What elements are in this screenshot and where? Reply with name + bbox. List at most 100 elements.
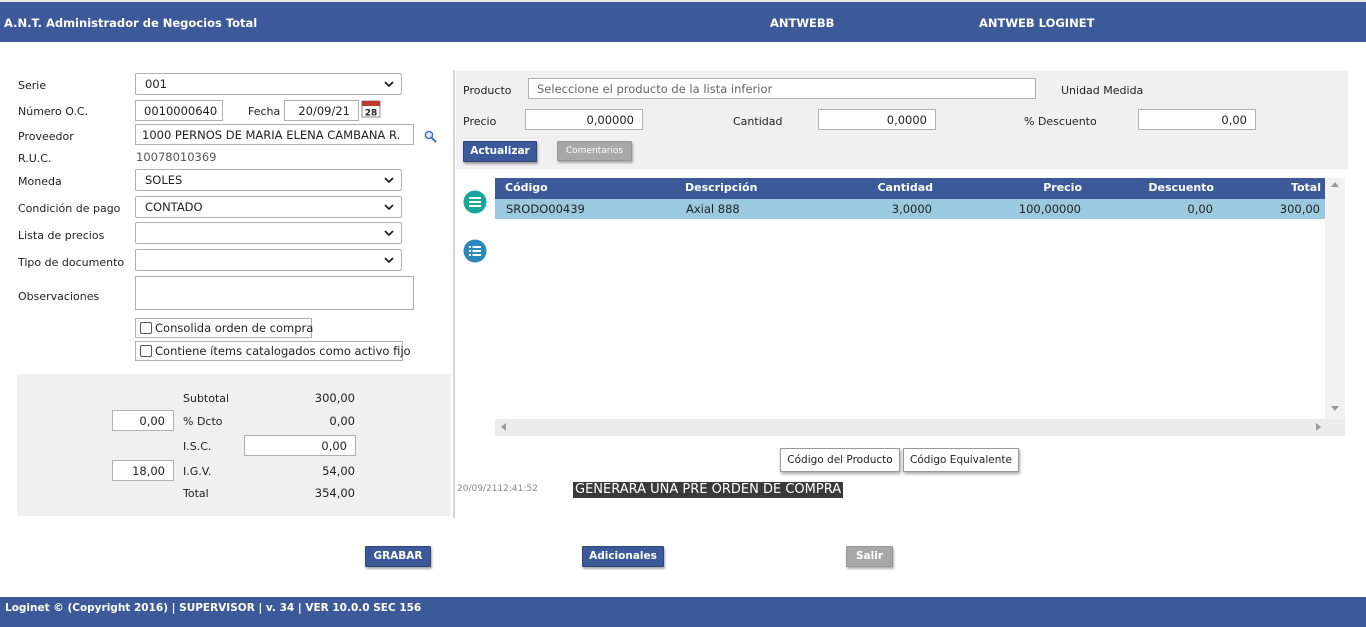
- footer-bar: Loginet © (Copyright 2016) | SUPERVISOR …: [0, 597, 1366, 627]
- cantidad-input[interactable]: 0,0000: [818, 109, 936, 130]
- precio-input[interactable]: 0,00000: [525, 109, 643, 130]
- obs-textarea[interactable]: [135, 276, 414, 310]
- scroll-down-icon[interactable]: [1331, 406, 1339, 412]
- igv-input[interactable]: 18,00: [112, 460, 174, 481]
- activo-checkbox[interactable]: Contiene ítems catalogados como activo f…: [135, 341, 411, 361]
- vertical-divider: [453, 70, 455, 518]
- comentarios-button[interactable]: Comentarios: [557, 141, 632, 161]
- col-descuento[interactable]: Descuento: [1115, 181, 1214, 194]
- serie-label: Serie: [18, 79, 47, 92]
- cell-precio: 100,00000: [1018, 202, 1081, 216]
- subtotal-value: 300,00: [314, 391, 355, 405]
- total-value: 354,00: [314, 486, 355, 500]
- dcto-input[interactable]: 0,00: [112, 410, 174, 431]
- dcto-value: 0,00: [329, 414, 355, 428]
- checkbox-box[interactable]: [140, 345, 152, 357]
- cell-codigo: SRODO00439: [506, 202, 585, 216]
- chevron-down-icon: [384, 230, 394, 237]
- numero-input[interactable]: 0010000640: [135, 100, 223, 121]
- ruc-value: 10078010369: [136, 150, 217, 164]
- items-grid: Código Descripción Cantidad Precio Descu…: [495, 178, 1345, 436]
- cantidad-label: Cantidad: [733, 115, 783, 128]
- footer-text: Loginet © (Copyright 2016) | SUPERVISOR …: [5, 602, 422, 614]
- calendar-icon[interactable]: 28: [361, 100, 381, 118]
- dcto-label: % Dcto: [183, 415, 223, 428]
- numero-label: Número O.C.: [18, 105, 89, 118]
- serie-select[interactable]: 001: [135, 73, 402, 95]
- fecha-label: Fecha: [248, 105, 281, 118]
- unidad-label: Unidad Medida: [1061, 84, 1144, 97]
- condicion-select[interactable]: CONTADO: [135, 196, 402, 218]
- isc-label: I.S.C.: [183, 440, 212, 453]
- chevron-down-icon: [384, 177, 394, 184]
- condicion-value: CONTADO: [145, 200, 203, 214]
- grid-header: Código Descripción Cantidad Precio Descu…: [495, 178, 1325, 199]
- horizontal-scrollbar[interactable]: [495, 419, 1345, 436]
- table-row[interactable]: SRODO00439 Axial 888 3,0000 100,00000 0,…: [495, 199, 1325, 219]
- scroll-left-icon[interactable]: [500, 423, 506, 431]
- cell-descuento: 0,00: [1187, 202, 1213, 216]
- codigo-equivalente-button[interactable]: Código Equivalente: [903, 448, 1019, 472]
- descuento-input[interactable]: 0,00: [1138, 109, 1256, 130]
- search-icon[interactable]: [424, 130, 437, 143]
- obs-label: Observaciones: [18, 290, 100, 303]
- descuento-label: % Descuento: [1024, 115, 1097, 128]
- consolida-checkbox[interactable]: Consolida orden de compra: [135, 318, 314, 338]
- cell-descripcion: Axial 888: [686, 202, 740, 216]
- igv-value: 54,00: [322, 464, 355, 478]
- adicionales-button[interactable]: Adicionales: [582, 546, 664, 567]
- igv-label: I.G.V.: [183, 465, 212, 478]
- moneda-value: SOLES: [145, 173, 183, 187]
- lista-select[interactable]: [135, 222, 402, 244]
- scroll-up-icon[interactable]: [1331, 181, 1339, 187]
- chevron-down-icon: [384, 81, 394, 88]
- vertical-scrollbar[interactable]: [1325, 178, 1345, 419]
- proveedor-input[interactable]: 1000 PERNOS DE MARIA ELENA CAMBANA R.: [135, 124, 414, 145]
- scroll-right-icon[interactable]: [1316, 423, 1322, 431]
- menu-circle-icon[interactable]: [463, 190, 487, 214]
- grid-empty-area: [495, 219, 1325, 419]
- cell-total: 300,00: [1279, 202, 1320, 216]
- app-title: A.N.T. Administrador de Negocios Total: [4, 16, 258, 30]
- cell-cantidad: 3,0000: [891, 202, 932, 216]
- ruc-label: R.U.C.: [18, 152, 52, 165]
- col-descripcion[interactable]: Descripción: [685, 181, 757, 194]
- chevron-down-icon: [384, 204, 394, 211]
- checkbox-box[interactable]: [140, 322, 152, 334]
- isc-input[interactable]: 0,00: [244, 435, 356, 456]
- list-circle-icon[interactable]: [463, 239, 487, 263]
- totals-panel: Subtotal 300,00 0,00 % Dcto 0,00 I.S.C. …: [17, 374, 451, 516]
- lista-label: Lista de precios: [18, 229, 105, 242]
- actualizar-button[interactable]: Actualizar: [463, 141, 537, 162]
- timestamp: 20/09/2112:41:52: [457, 484, 538, 494]
- activo-label: Contiene ítems catalogados como activo f…: [155, 344, 411, 358]
- producto-input[interactable]: Seleccione el producto de la lista infer…: [528, 78, 1036, 99]
- col-cantidad[interactable]: Cantidad: [855, 181, 933, 194]
- subtotal-label: Subtotal: [183, 392, 230, 405]
- moneda-label: Moneda: [18, 175, 62, 188]
- condicion-label: Condición de pago: [18, 202, 121, 215]
- fecha-input[interactable]: 20/09/21: [284, 100, 359, 121]
- salir-button[interactable]: Salir: [846, 546, 893, 567]
- calendar-day: 28: [365, 109, 378, 119]
- producto-label: Producto: [463, 84, 512, 97]
- moneda-select[interactable]: SOLES: [135, 169, 402, 191]
- company-name: ANTWEBB: [770, 16, 835, 30]
- col-precio[interactable]: Precio: [995, 181, 1082, 194]
- precio-label: Precio: [463, 115, 497, 128]
- col-codigo[interactable]: Código: [505, 181, 548, 194]
- tipo-select[interactable]: [135, 249, 402, 271]
- status-message: GENERARÁ UNA PRE ORDEN DE COMPRA: [573, 482, 844, 498]
- total-label: Total: [183, 487, 209, 500]
- module-name: ANTWEB LOGINET: [979, 16, 1095, 30]
- top-bar: A.N.T. Administrador de Negocios Total A…: [0, 0, 1366, 42]
- codigo-producto-button[interactable]: Código del Producto: [780, 448, 900, 472]
- consolida-label: Consolida orden de compra: [155, 321, 314, 335]
- tipo-label: Tipo de documento: [18, 256, 125, 269]
- chevron-down-icon: [384, 257, 394, 264]
- col-total[interactable]: Total: [1235, 181, 1321, 194]
- product-panel: Producto Seleccione el producto de la li…: [456, 71, 1348, 169]
- grabar-button[interactable]: GRABAR: [365, 546, 431, 567]
- proveedor-label: Proveedor: [18, 130, 74, 143]
- serie-value: 001: [145, 77, 167, 91]
